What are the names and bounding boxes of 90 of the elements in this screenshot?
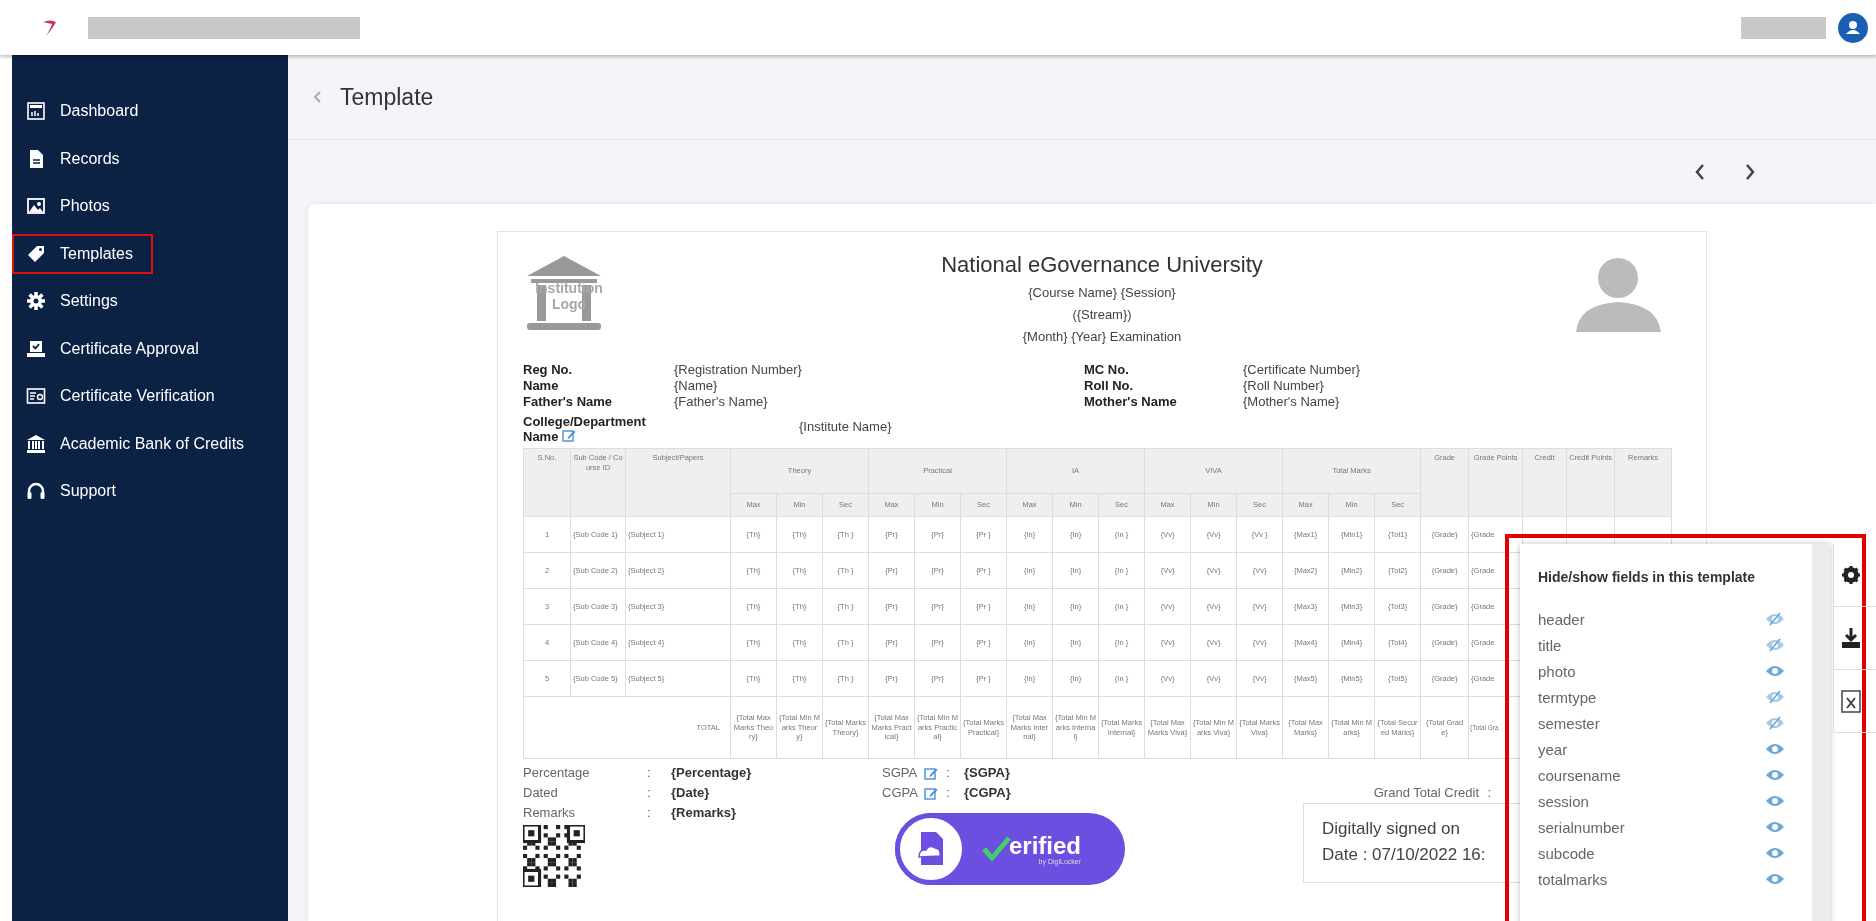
field-label: Roll No. <box>1084 378 1135 394</box>
field-toggle-row[interactable]: semester <box>1520 710 1812 736</box>
field-label: Name <box>523 378 560 394</box>
eye-slash-icon[interactable] <box>1765 612 1785 626</box>
field-label: Reg No. <box>523 362 574 378</box>
eye-icon[interactable] <box>1765 820 1785 834</box>
sidebar-item[interactable]: Templates <box>12 233 153 274</box>
summary-value: {SGPA} <box>964 764 1010 782</box>
sidebar-item[interactable]: Dashboard <box>12 91 159 131</box>
panel-title: Hide/show fields in this template <box>1537 568 1757 587</box>
dashboard-icon <box>26 101 46 121</box>
certificate-subtitle: ({Stream}) <box>1072 306 1132 324</box>
back-icon[interactable] <box>312 90 322 104</box>
eye-icon[interactable] <box>1765 664 1785 678</box>
field-value: {Mother's Name} <box>1243 394 1341 410</box>
eye-icon[interactable] <box>1765 846 1785 860</box>
eye-icon[interactable] <box>1765 768 1785 782</box>
eye-slash-icon[interactable] <box>1765 638 1785 652</box>
certificate-subtitle: {Course Name} {Session} <box>1028 284 1176 302</box>
field-toggle-row[interactable]: coursename <box>1520 762 1812 788</box>
summary-value: {Date} <box>671 784 710 802</box>
summary-value: {Remarks} <box>671 804 737 822</box>
field-label: Mother's Name <box>1084 394 1178 410</box>
field-toggle-row[interactable]: totalmarks <box>1520 866 1812 892</box>
separator: : <box>647 764 651 782</box>
field-toggle-row[interactable]: serialnumber <box>1520 814 1812 840</box>
sidebar-item[interactable]: Certificate Verification <box>12 376 235 416</box>
field-toggle-row[interactable]: session <box>1520 788 1812 814</box>
field-toggle-row[interactable]: subcode <box>1520 840 1812 866</box>
field-value: {Roll Number} <box>1243 378 1325 394</box>
eye-slash-icon[interactable] <box>1765 716 1785 730</box>
field-label: MC No. <box>1084 362 1130 378</box>
tag-icon <box>26 243 46 264</box>
sidebar-item[interactable]: Support <box>12 471 137 511</box>
field-label: Father's Name <box>523 394 614 410</box>
field-toggle-row[interactable]: title <box>1520 632 1812 658</box>
sidebar-item[interactable]: Academic Bank of Credits <box>12 423 265 464</box>
field-toggle-row[interactable]: photo <box>1520 658 1812 684</box>
eye-icon[interactable] <box>1765 872 1785 886</box>
field-value: {Registration Number} <box>674 362 803 378</box>
field-value: {Institute Name} <box>799 419 892 434</box>
edit-icon[interactable] <box>562 429 577 442</box>
field-value: {Certificate Number} <box>1243 362 1362 378</box>
previous-icon[interactable] <box>1694 163 1706 181</box>
summary-label: Dated <box>523 784 558 802</box>
summary-label: SGPA <box>882 764 918 782</box>
headset-icon <box>26 481 46 501</box>
bank-icon <box>26 433 46 454</box>
summary-label: Grand Total Credit <box>1373 784 1479 802</box>
check-icon <box>981 835 1011 863</box>
download-icon[interactable] <box>1840 627 1862 649</box>
field-value: {Father's Name} <box>674 394 769 410</box>
university-name: National eGovernance University <box>941 252 1263 278</box>
field-toggle-row[interactable]: year <box>1520 736 1812 762</box>
field-value: {Name} <box>674 378 719 394</box>
image-icon <box>26 196 46 216</box>
scrollbar[interactable] <box>1812 544 1830 921</box>
eye-icon[interactable] <box>1765 742 1785 756</box>
next-icon[interactable] <box>1744 163 1756 181</box>
badge-text: erified <box>1009 833 1082 858</box>
approval-icon <box>26 338 46 359</box>
separator: : <box>1487 784 1491 802</box>
certificate-subtitle: {Month} {Year} Examination <box>1022 328 1182 346</box>
sidebar-item[interactable]: Settings <box>12 281 138 321</box>
summary-value: {Percentage} <box>671 764 752 782</box>
edit-icon[interactable] <box>924 766 938 780</box>
sidebar-item[interactable]: Certificate Approval <box>12 328 219 369</box>
eye-slash-icon[interactable] <box>1765 690 1785 704</box>
field-label: College/Department Name <box>523 414 647 444</box>
user-avatar-icon[interactable] <box>1838 12 1868 43</box>
spreadsheet-icon[interactable] <box>1840 688 1864 714</box>
sidebar-item[interactable]: Photos <box>12 186 130 226</box>
gear-icon[interactable] <box>1840 564 1862 586</box>
separator: : <box>946 764 950 782</box>
summary-label: CGPA <box>882 784 918 802</box>
field-toggle-row[interactable]: header <box>1520 606 1812 632</box>
certificate-icon <box>26 386 46 406</box>
summary-label: Remarks <box>523 804 575 822</box>
summary-label: Percentage <box>523 764 590 782</box>
summary-value: {CGPA} <box>964 784 1011 802</box>
edit-icon[interactable] <box>924 786 938 800</box>
sidebar-item[interactable]: Records <box>12 138 140 179</box>
page-title: Template <box>340 83 434 111</box>
eye-icon[interactable] <box>1765 794 1785 808</box>
field-toggle-row[interactable]: termtype <box>1520 684 1812 710</box>
qr-code <box>523 825 585 887</box>
separator: : <box>946 784 950 802</box>
settings-icon <box>26 291 46 311</box>
separator: : <box>647 804 651 822</box>
separator: : <box>647 784 651 802</box>
